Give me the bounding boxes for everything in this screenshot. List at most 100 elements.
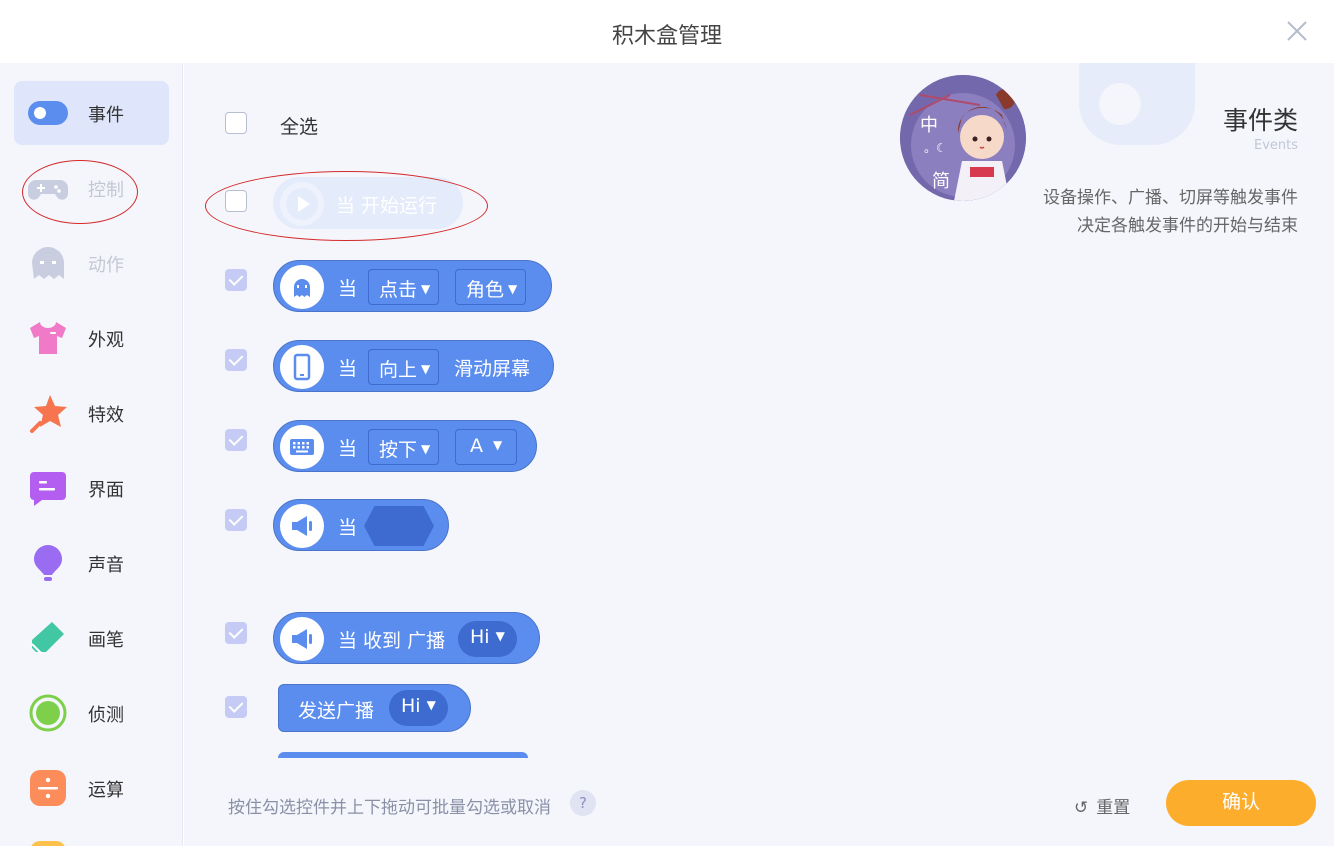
annotation-circle — [22, 160, 138, 224]
megaphone-icon — [292, 629, 312, 649]
moon-icon: 。☾ — [924, 141, 947, 155]
key-action-dropdown[interactable]: 按下 ▼ — [368, 429, 440, 465]
dropdown-value: 角色 — [466, 279, 505, 301]
dropdown-value: Hi — [470, 626, 490, 648]
block-when-condition[interactable]: 当 — [273, 499, 449, 551]
dialog-title: 积木盒管理 — [611, 24, 722, 49]
avatar-text-top: 中 — [920, 115, 938, 136]
sidebar-item-pen[interactable]: 画笔 — [14, 606, 169, 670]
keyboard-icon — [290, 439, 314, 455]
block-send-broadcast[interactable]: 发送广播 Hi ▼ — [278, 684, 471, 732]
block-icon-wrap — [280, 617, 324, 661]
star-icon — [30, 395, 67, 433]
description-line: 决定各触发事件的开始与结束 — [1077, 216, 1298, 236]
dropdown-value: A — [470, 435, 483, 457]
block-label: 当 收到 广播 — [338, 630, 446, 652]
sidebar-item-label: 动作 — [88, 255, 124, 276]
block-label: 发送广播 — [298, 700, 375, 722]
confirm-button[interactable]: 确认 — [1166, 780, 1316, 826]
target-dropdown[interactable]: 角色 ▼ — [455, 269, 527, 305]
direction-dropdown[interactable]: 向上 ▼ — [368, 349, 440, 385]
caret-down-icon: ▼ — [421, 362, 431, 376]
sidebar-item-label: 侦测 — [88, 705, 124, 726]
block-checkbox[interactable] — [225, 509, 247, 531]
ghost-icon — [32, 247, 64, 279]
block-tail-label: 滑动屏幕 — [454, 358, 531, 380]
dropdown-value: 向上 — [379, 359, 418, 381]
condition-slot[interactable] — [364, 506, 434, 546]
block-partial — [278, 752, 528, 758]
block-checkbox[interactable] — [225, 269, 247, 291]
sidebar-item-events[interactable]: 事件 — [14, 81, 169, 145]
key-dropdown[interactable]: A ▼ — [455, 429, 517, 465]
sidebar-item-next — [30, 841, 66, 846]
reset-button[interactable]: ↺ 重置 — [1074, 793, 1130, 818]
sidebar-item-label: 事件 — [88, 105, 124, 126]
block-when-label: 当 — [338, 438, 358, 460]
block-icon-wrap — [280, 425, 324, 469]
select-all-checkbox[interactable] — [225, 112, 247, 134]
ghost-icon — [294, 279, 310, 297]
caret-down-icon: ▼ — [508, 282, 518, 296]
sidebar-item-sound[interactable]: 声音 — [14, 531, 169, 595]
target-icon — [29, 694, 67, 732]
drag-hint: 按住勾选控件并上下拖动可批量勾选或取消 — [228, 798, 551, 818]
sidebar-item-label: 特效 — [88, 405, 124, 426]
reset-icon: ↺ — [1074, 798, 1089, 818]
broadcast-dropdown[interactable]: Hi ▼ — [458, 621, 517, 657]
block-when-label: 当 — [338, 358, 358, 380]
help-icon[interactable]: ? — [570, 790, 596, 816]
phone-icon — [293, 353, 311, 381]
caret-down-icon: ▼ — [421, 282, 431, 296]
dropdown-value: Hi — [401, 695, 421, 717]
sidebar-item-motion[interactable]: 动作 — [14, 231, 169, 295]
block-checkbox[interactable] — [225, 429, 247, 451]
sidebar-item-effects[interactable]: 特效 — [14, 381, 169, 445]
block-icon-wrap — [280, 345, 324, 389]
eraser-icon — [31, 622, 64, 655]
block-when-label: 当 — [338, 517, 358, 539]
close-icon[interactable] — [1286, 20, 1308, 42]
sidebar-item-operators[interactable]: 运算 — [14, 756, 169, 820]
block-icon-wrap — [280, 504, 324, 548]
block-when-label: 当 — [338, 278, 358, 300]
broadcast-dropdown[interactable]: Hi ▼ — [389, 690, 448, 726]
category-description: 设备操作、广播、切屏等触发事件 决定各触发事件的开始与结束 — [1043, 184, 1298, 240]
block-icon-wrap — [280, 265, 324, 309]
megaphone-icon — [292, 516, 312, 536]
block-checkbox[interactable] — [225, 349, 247, 371]
caret-down-icon: ▼ — [495, 629, 505, 643]
block-checkbox[interactable] — [225, 696, 247, 718]
block-when-key[interactable]: 当 按下 ▼ A ▼ — [273, 420, 537, 472]
avatar-text-bottom: 简 — [932, 171, 950, 192]
sidebar-item-label: 界面 — [88, 480, 124, 501]
caret-down-icon: ▼ — [426, 698, 436, 712]
chat-icon — [30, 472, 66, 506]
block-when-receive-broadcast[interactable]: 当 收到 广播 Hi ▼ — [273, 612, 540, 664]
avatar: 中 。☾ 简 — [900, 75, 1026, 201]
sidebar-item-label: 画笔 — [88, 630, 124, 651]
sidebar-item-label: 声音 — [88, 555, 124, 576]
bulb-icon — [34, 545, 62, 581]
caret-down-icon: ▼ — [493, 438, 503, 452]
dialog-header: 积木盒管理 — [0, 0, 1334, 63]
block-list-panel: 全选 当 开始运行 当 点击 ▼ 角色 ▼ 当 向上 ▼ 滑动屏幕 当 按下 ▼… — [184, 63, 1334, 846]
description-line: 设备操作、广播、切屏等触发事件 — [1043, 188, 1298, 208]
sidebar-item-sensing[interactable]: 侦测 — [14, 681, 169, 745]
character-avatar-image — [900, 75, 1026, 201]
sidebar-item-label: 外观 — [88, 330, 124, 351]
block-when-swipe[interactable]: 当 向上 ▼ 滑动屏幕 — [273, 340, 554, 392]
dropdown-value: 点击 — [379, 279, 418, 301]
shirt-icon — [30, 322, 66, 354]
sidebar-item-looks[interactable]: 外观 — [14, 306, 169, 370]
dropdown-value: 按下 — [379, 439, 418, 461]
block-checkbox[interactable] — [225, 622, 247, 644]
event-type-dropdown[interactable]: 点击 ▼ — [368, 269, 440, 305]
reset-label: 重置 — [1096, 798, 1131, 818]
sidebar-item-interface[interactable]: 界面 — [14, 456, 169, 520]
divide-icon — [30, 770, 66, 806]
annotation-circle — [205, 171, 488, 241]
select-all-label: 全选 — [280, 116, 319, 138]
category-subtitle: Events — [1253, 138, 1298, 153]
block-when-click[interactable]: 当 点击 ▼ 角色 ▼ — [273, 260, 552, 312]
